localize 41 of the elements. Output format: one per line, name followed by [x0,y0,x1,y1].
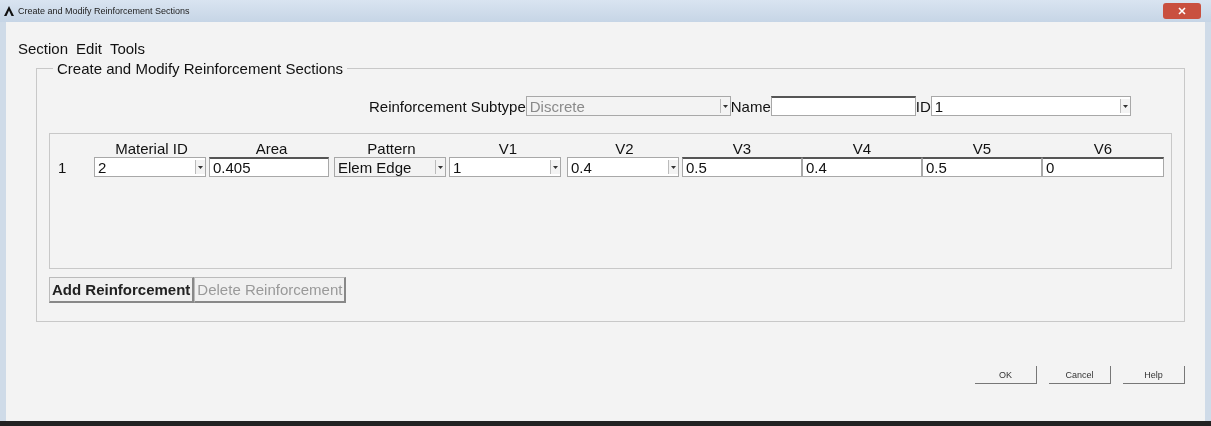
input-field[interactable] [770,96,916,116]
column-header: Pattern [366,140,417,157]
column-header: V1 [497,140,519,157]
close-icon [1178,7,1186,15]
row-number: 1 [57,158,68,176]
menu-item[interactable]: Tools [109,40,145,52]
dropdown-field[interactable]: 0.4 [567,157,679,177]
column-header: V5 [971,140,993,157]
dropdown-caret-icon[interactable] [435,160,445,174]
dropdown-field[interactable]: Elem Edge [334,157,446,177]
column-header: Material ID [114,140,189,157]
add-button[interactable]: Add Reinforcement [49,277,195,303]
column-header: V6 [1092,140,1114,157]
column-header: V4 [851,140,873,157]
field-label: Name [730,97,771,115]
dropdown-field[interactable]: 1 [449,157,561,177]
input-field[interactable]: 0.5 [922,157,1042,177]
field-label: ID [915,97,931,115]
dropdown-caret-icon[interactable] [1119,99,1130,113]
dropdown-caret-icon[interactable] [195,160,205,174]
menu-item[interactable]: Section [18,40,69,52]
column-header: V2 [614,140,635,157]
dialog-button[interactable]: Help [1123,366,1185,384]
dropdown-caret-icon[interactable] [668,160,678,174]
dropdown-field[interactable]: 2 [94,157,206,177]
input-field[interactable]: 0.5 [682,157,802,177]
menu-item[interactable]: Edit [76,40,102,52]
app-logo-icon [4,6,14,16]
input-field[interactable]: 0 [1042,157,1164,177]
column-header: Area [254,140,289,157]
group-title: Create and Modify Reinforcement Sections [56,60,344,77]
field-label: Reinforcement Subtype [369,97,526,115]
window-title: Create and Modify Reinforcement Sections [18,6,190,16]
input-field[interactable]: 0.405 [209,157,329,177]
dropdown-field[interactable]: 1 [930,96,1131,116]
input-field[interactable]: 0.4 [802,157,922,177]
close-button[interactable] [1163,3,1201,19]
dialog-button[interactable]: Cancel [1049,366,1111,384]
column-header: V3 [731,140,753,157]
dialog-button[interactable]: OK [975,366,1037,384]
dropdown-caret-icon[interactable] [550,160,560,174]
